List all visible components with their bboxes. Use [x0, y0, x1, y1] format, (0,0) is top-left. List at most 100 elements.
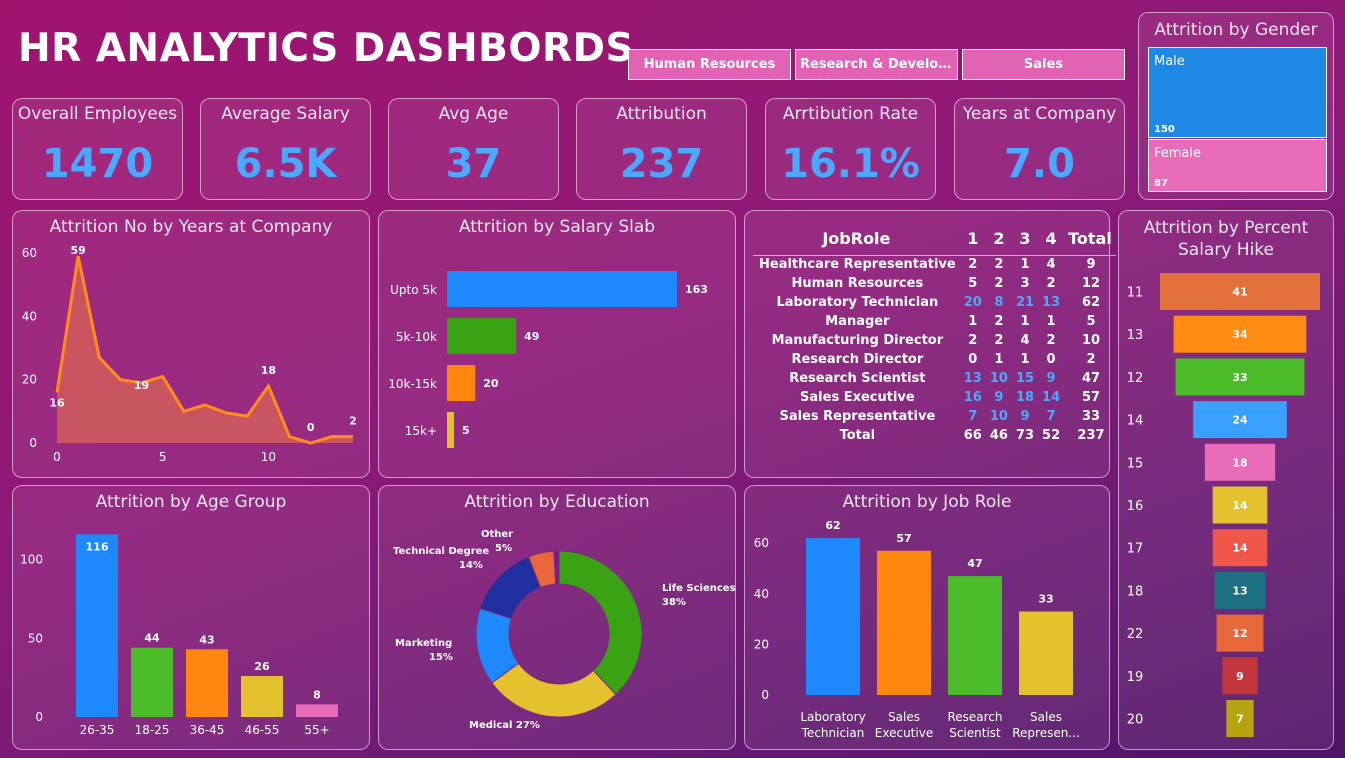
category-label: 14 [1127, 414, 1144, 429]
matrix-value-cell: 2 [1086, 352, 1096, 367]
data-label: 2 [349, 415, 357, 428]
data-label: 12 [1232, 627, 1247, 640]
data-label: 34 [1232, 328, 1248, 341]
data-label: 18 [1232, 456, 1247, 469]
matrix-row[interactable]: Manufacturing Director 2 2 4 2 10 [753, 331, 1116, 350]
category-label: 12 [1127, 371, 1144, 386]
category-label-line2: Executive [875, 726, 933, 740]
matrix-header-3[interactable]: 3 [1012, 223, 1038, 255]
kpi-value: 37 [445, 141, 502, 187]
jobrole-matrix-panel: JobRole 1 2 3 4 Total Healthcare Represe… [744, 210, 1116, 478]
data-label: 163 [685, 283, 708, 296]
slicer-sales[interactable]: Sales [962, 49, 1125, 80]
category-label: 36-45 [190, 723, 225, 737]
data-label: 16 [49, 396, 65, 409]
y-tick-label: 0 [29, 436, 37, 450]
years-chart-panel: Attrition No by Years at Company 0 20 40 60… [12, 210, 370, 478]
male-value: 150 [1154, 124, 1175, 135]
matrix-header-total[interactable]: Total [1064, 223, 1116, 255]
y-tick-label: 40 [22, 309, 37, 323]
matrix-value-cell: 9 [1086, 257, 1096, 273]
matrix-value-cell: 12 [1081, 276, 1101, 291]
matrix-value-cell: 46 [989, 428, 1008, 443]
category-label: 46-55 [245, 723, 280, 737]
jobrole-chart-panel: Attrition by Job Role 0 20 40 60 62 Laborator… [744, 485, 1110, 750]
data-label: 57 [896, 532, 911, 545]
matrix-role-cell: Total [839, 428, 876, 443]
matrix-row[interactable]: Research Director 0 1 1 0 2 [753, 350, 1116, 369]
matrix-header-2[interactable]: 2 [986, 223, 1012, 255]
matrix-value-cell: 1 [1020, 352, 1030, 367]
y-tick-label: 50 [28, 631, 43, 645]
kpi-value: 7.0 [1004, 141, 1075, 187]
page-title: HR ANALYTICS DASHBORDS [18, 26, 635, 71]
matrix-role-cell: Human Resources [791, 276, 924, 291]
category-label: 13 [1127, 328, 1144, 343]
matrix-row[interactable]: Manager 1 2 1 1 5 [753, 312, 1116, 331]
matrix-row[interactable]: Human Resources 5 2 3 2 12 [753, 274, 1116, 293]
education-pct: 38% [662, 597, 686, 608]
category-label: 26-35 [80, 723, 115, 737]
matrix-value-cell: 52 [1042, 428, 1061, 443]
matrix-role-cell: Manufacturing Director [771, 333, 944, 348]
matrix-value-cell: 10 [989, 371, 1008, 386]
matrix-value-cell: 2 [994, 314, 1004, 329]
data-label: 49 [524, 330, 539, 343]
matrix-row[interactable]: Laboratory Technician 20 8 21 13 62 [753, 293, 1116, 312]
matrix-value-cell: 0 [968, 352, 978, 367]
matrix-value-cell: 5 [968, 276, 978, 291]
kpi-value: 237 [619, 141, 704, 187]
slicer-human-resources[interactable]: Human Resources [628, 49, 791, 80]
data-label: 24 [1232, 414, 1248, 427]
female-label: Female [1154, 146, 1202, 161]
years-area-chart: 0 20 40 60 0 5 10 16 59 19 18 0 2 [22, 244, 357, 464]
age-chart-panel: Attrition by Age Group 0 50 100 116 26-35 44 1… [12, 485, 370, 750]
data-label: 5 [462, 424, 470, 437]
category-label: 17 [1127, 542, 1144, 557]
category-label: 55+ [304, 723, 329, 737]
matrix-row[interactable]: Research Scientist 13 10 15 9 47 [753, 369, 1116, 388]
matrix-header-1[interactable]: 1 [960, 223, 986, 255]
age-bar [131, 647, 173, 717]
matrix-row[interactable]: Healthcare Representative 2 2 1 4 9 [753, 255, 1116, 274]
salary-bar [447, 412, 455, 448]
matrix-value-cell: 7 [968, 409, 978, 424]
data-label: 26 [254, 660, 270, 673]
matrix-value-cell: 1 [1046, 314, 1056, 329]
data-label: 20 [483, 377, 499, 390]
matrix-value-cell: 2 [994, 276, 1004, 291]
kpi-years-at-company: Years at Company 7.0 [954, 98, 1125, 200]
matrix-value-cell: 15 [1015, 371, 1035, 386]
category-label-line2: Represen... [1012, 726, 1080, 740]
jobrole-bar [806, 538, 860, 695]
kpi-label: Average Salary [221, 104, 350, 124]
matrix-row[interactable]: Sales Executive 16 9 18 14 57 [753, 388, 1116, 407]
kpi-value: 6.5K [234, 141, 337, 187]
category-label: 18-25 [135, 723, 170, 737]
y-tick-label: 20 [754, 637, 769, 651]
matrix-value-cell: 1 [994, 352, 1004, 367]
matrix-role-cell: Manager [825, 314, 890, 329]
hike-funnel-chart: 11 41 13 34 12 33 14 24 15 18 16 14 17 14 18 13 22 12 19 9 2… [1127, 273, 1320, 737]
kpi-overall-employees: Overall Employees 1470 [12, 98, 183, 200]
matrix-value-cell: 4 [1020, 333, 1030, 348]
male-tile[interactable]: Male 150 [1148, 47, 1327, 138]
education-pct: 15% [429, 652, 453, 663]
education-pct: 5% [495, 543, 512, 554]
matrix-role-cell: Healthcare Representative [759, 257, 956, 273]
data-label: 9 [1236, 670, 1244, 683]
gender-title: Attrition by Gender [1154, 20, 1318, 40]
matrix-row[interactable]: Sales Representative 7 10 9 7 33 [753, 407, 1116, 426]
matrix-header-jobrole[interactable]: JobRole [753, 223, 960, 255]
jobrole-bar [877, 550, 931, 695]
matrix-header-4[interactable]: 4 [1038, 223, 1064, 255]
matrix-value-cell: 9 [1020, 409, 1030, 424]
data-label: 19 [134, 379, 149, 392]
matrix-total-row[interactable]: Total 66 46 73 52 237 [753, 426, 1116, 445]
category-label-line1: Research [947, 710, 1002, 724]
matrix-value-cell: 8 [994, 295, 1004, 310]
data-label: 47 [967, 557, 982, 570]
matrix-value-cell: 10 [1081, 333, 1101, 348]
female-tile[interactable]: Female 87 [1148, 139, 1327, 192]
slicer-research-development[interactable]: Research & Develop... [795, 49, 958, 80]
